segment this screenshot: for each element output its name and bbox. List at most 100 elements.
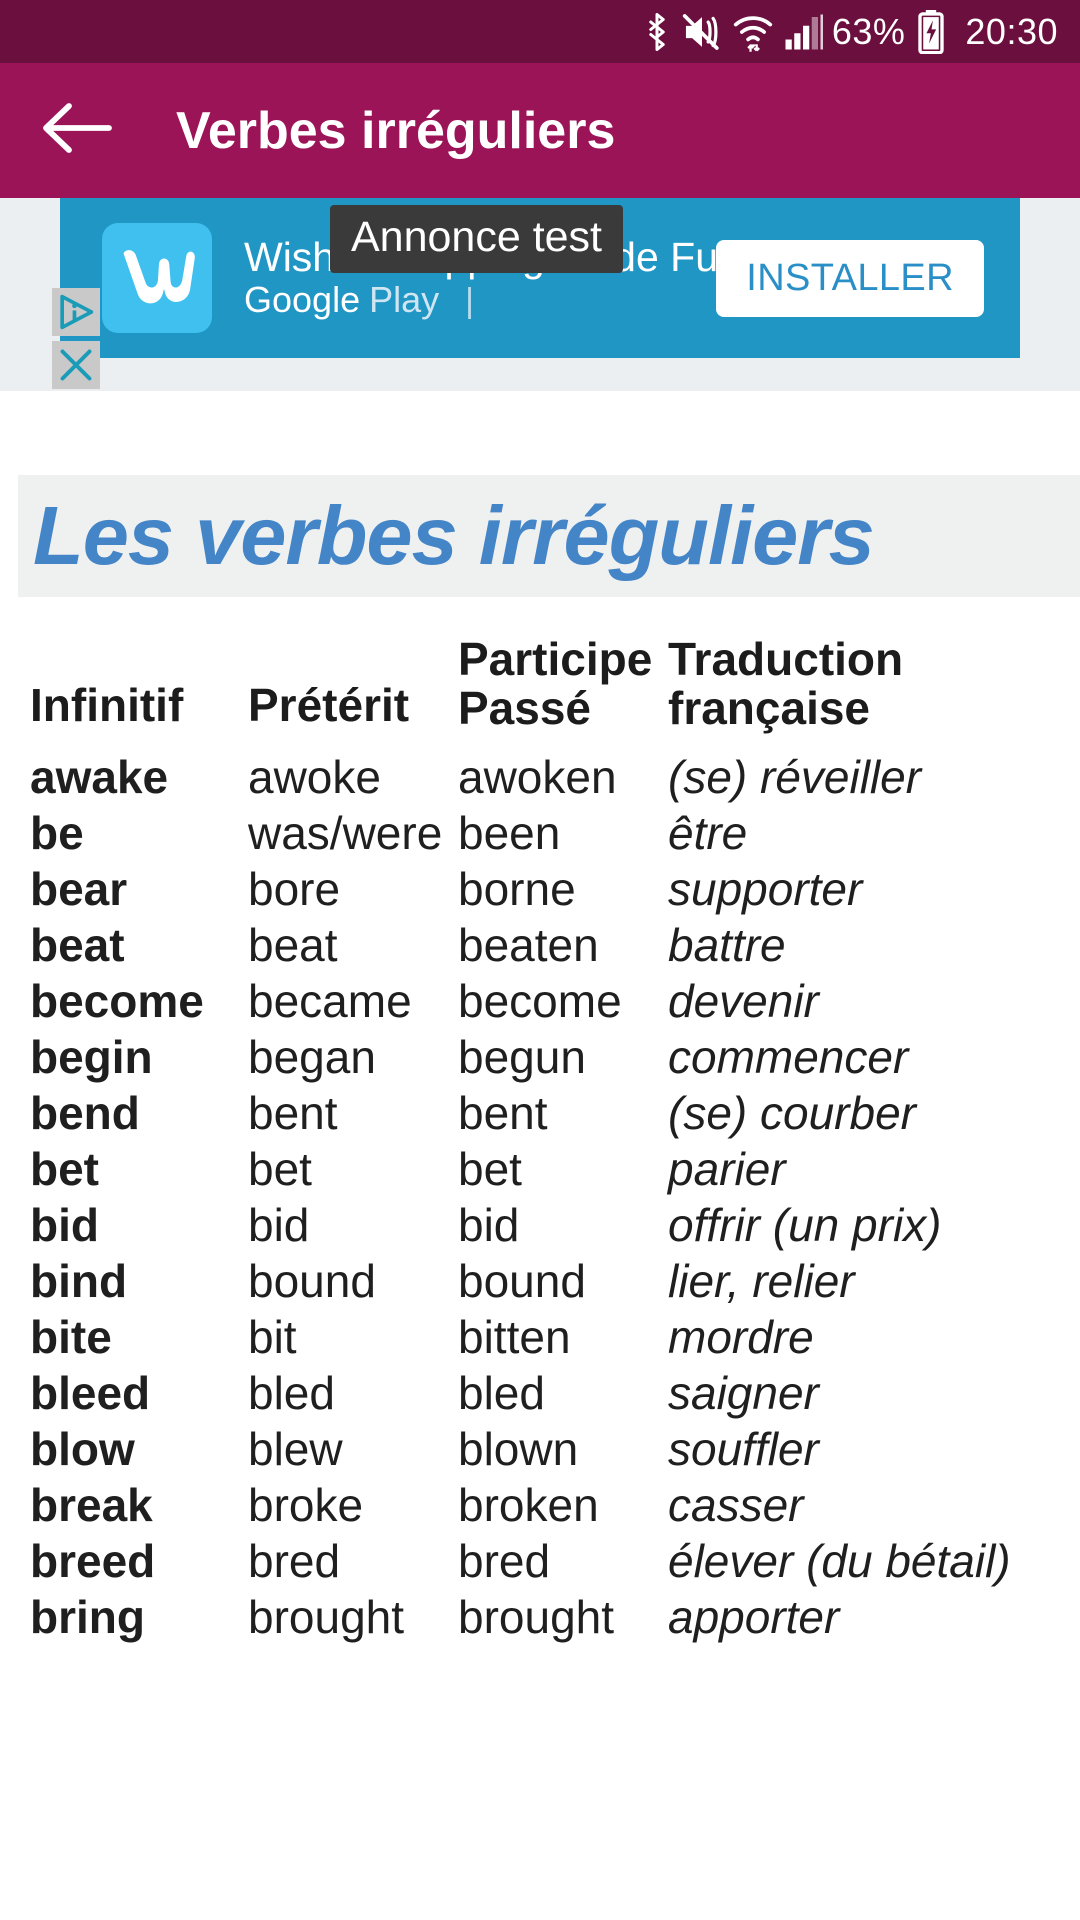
cell-participe: begun [458,1030,586,1083]
cell-participe: bred [458,1534,551,1587]
cell-preterit: bit [248,1310,297,1363]
cell-participe: blown [458,1422,579,1475]
cell-preterit: brought [248,1590,405,1643]
table-row: bend bent bent (se) courber [0,1087,1080,1143]
document-title: Les verbes irréguliers [33,489,875,582]
column-header-preterit: Prétérit [248,635,458,730]
status-clock: 20:30 [965,10,1058,52]
ad-install-button[interactable]: INSTALLER [716,239,984,317]
bluetooth-icon [642,11,672,53]
cell-infinitif: breed [30,1534,156,1587]
table-row: awake awoke awoken (se) réveiller [0,751,1080,807]
cell-participe: brought [458,1590,615,1643]
cell-traduction: apporter [668,1590,840,1643]
table-row: bid bid bid offrir (un prix) [0,1199,1080,1255]
table-row: bite bit bitten mordre [0,1311,1080,1367]
cell-preterit: blew [248,1422,343,1475]
battery-charging-icon [918,9,945,54]
app-root: 63% 20:30 Verbes irréguliers Wish Fun Go… [0,0,1080,1920]
column-header-traduction-line2: française [668,681,871,734]
ad-app-icon [102,223,212,333]
ad-store-play: Play [369,279,440,321]
cell-participe: bent [458,1086,548,1139]
cell-traduction: lier, relier [668,1254,855,1307]
cell-preterit: bet [248,1142,312,1195]
table-body: awake awoke awoken (se) réveiller be was/were… [0,751,1080,1647]
cell-preterit: bound [248,1254,376,1307]
column-header-participe-line2: Passé [458,681,592,734]
cell-traduction: supporter [668,862,863,915]
cell-preterit: broke [248,1478,364,1531]
cell-traduction: souffler [668,1422,819,1475]
ad-store-line: Google Play | [244,279,716,321]
cell-preterit: was/were [248,806,443,859]
cell-participe: borne [458,862,576,915]
cell-participe: bled [458,1366,545,1419]
cell-preterit: began [248,1030,376,1083]
cell-preterit: bent [248,1086,338,1139]
cell-infinitif: break [30,1478,153,1531]
cell-traduction: (se) courber [668,1086,916,1139]
column-header-participe-passe: Participe Passé [458,635,668,733]
cell-infinitif: bring [30,1590,145,1643]
document-title-band: Les verbes irréguliers [18,475,1080,597]
vibrate-mute-icon [681,12,723,52]
cell-preterit: became [248,974,412,1027]
cell-participe: become [458,974,622,1027]
table-row: bear bore borne supporter [0,863,1080,919]
table-row: beat beat beaten battre [0,919,1080,975]
table-row: bind bound bound lier, relier [0,1255,1080,1311]
cell-infinitif: blow [30,1422,135,1475]
cell-infinitif: bite [30,1310,112,1363]
column-header-infinitif: Infinitif [0,635,248,730]
cell-traduction: offrir (un prix) [668,1198,942,1251]
cell-infinitif: beat [30,918,125,971]
cell-preterit: bid [248,1198,310,1251]
ad-store-separator: | [465,282,474,321]
back-button[interactable] [22,76,132,186]
wifi-icon [732,10,774,54]
cell-infinitif: awake [30,750,169,803]
ad-close-icon[interactable] [52,341,100,389]
cell-participe: broken [458,1478,599,1531]
cell-traduction: être [668,806,748,859]
table-row: begin began begun commencer [0,1031,1080,1087]
cell-preterit: bled [248,1366,335,1419]
cell-traduction: devenir [668,974,819,1027]
column-header-participe-line1: Participe [458,633,653,685]
table-row: blow blew blown souffler [0,1423,1080,1479]
status-bar: 63% 20:30 [0,0,1080,63]
cell-infinitif: be [30,806,84,859]
column-header-preterit-line1: Prétérit [248,679,410,731]
cell-preterit: awoke [248,750,381,803]
app-bar: Verbes irréguliers [0,63,1080,198]
cell-participe: bid [458,1198,520,1251]
cell-preterit: bred [248,1534,341,1587]
cell-preterit: beat [248,918,338,971]
ad-test-overlay-label: Annonce test [330,205,624,274]
table-row: breed bred bred élever (du bétail) [0,1535,1080,1591]
cell-infinitif: bleed [30,1366,151,1419]
table-row: bleed bled bled saigner [0,1367,1080,1423]
cell-infinitif: bid [30,1198,99,1251]
table-row: be was/were been être [0,807,1080,863]
cell-traduction: élever (du bétail) [668,1534,1011,1587]
cell-infinitif: bear [30,862,128,915]
column-header-traduction-line1: Traduction [668,633,904,685]
cell-traduction: mordre [668,1310,814,1363]
wish-logo-icon [123,250,195,304]
ad-info-icon[interactable] [52,288,100,336]
cell-traduction: (se) réveiller [668,750,922,803]
page-title: Verbes irréguliers [176,101,616,160]
ad-store-google: Google [244,279,361,321]
cell-infinitif: bet [30,1142,99,1195]
signal-bars-icon [783,11,823,53]
cell-infinitif: bind [30,1254,128,1307]
cell-infinitif: bend [30,1086,140,1139]
cell-traduction: saigner [668,1366,819,1419]
verbs-table: Infinitif Prétérit Participe Passé Tradu… [0,635,1080,1647]
cell-participe: been [458,806,561,859]
cell-participe: bet [458,1142,522,1195]
table-header-row: Infinitif Prétérit Participe Passé Tradu… [0,635,1080,733]
table-row: bet bet bet parier [0,1143,1080,1199]
